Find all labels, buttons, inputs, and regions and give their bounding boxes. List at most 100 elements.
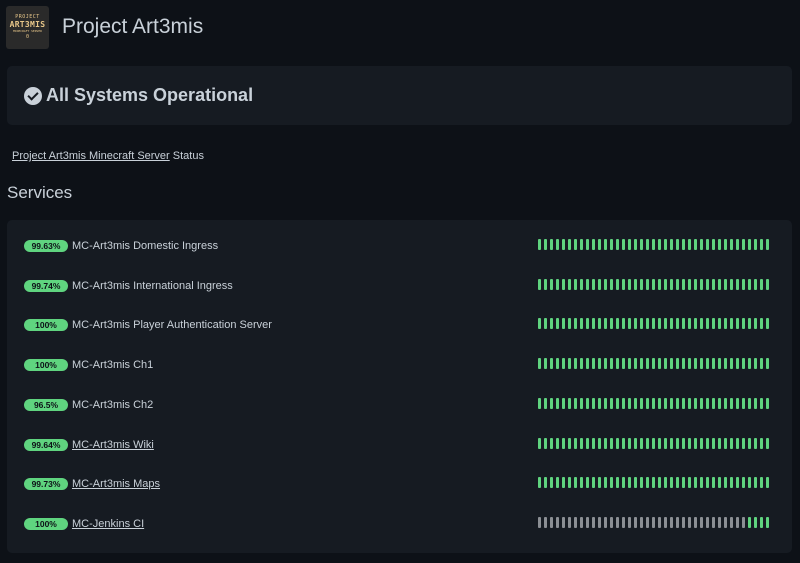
- uptime-bar-no-data[interactable]: [622, 517, 625, 528]
- uptime-bar-up[interactable]: [544, 438, 547, 449]
- uptime-bar-up[interactable]: [718, 358, 721, 369]
- uptime-bar-up[interactable]: [538, 398, 541, 409]
- uptime-bar-up[interactable]: [766, 398, 769, 409]
- uptime-bar-up[interactable]: [736, 239, 739, 250]
- uptime-bar-up[interactable]: [580, 239, 583, 250]
- uptime-bar-up[interactable]: [646, 279, 649, 290]
- uptime-bar-up[interactable]: [664, 438, 667, 449]
- uptime-bar-up[interactable]: [568, 318, 571, 329]
- uptime-bar-up[interactable]: [676, 279, 679, 290]
- uptime-bar-up[interactable]: [730, 358, 733, 369]
- logo[interactable]: PROJECT ART3MIS MINECRAFT SERVER 0: [6, 5, 49, 49]
- uptime-bar-no-data[interactable]: [538, 517, 541, 528]
- uptime-bar-up[interactable]: [598, 239, 601, 250]
- uptime-bar-up[interactable]: [544, 477, 547, 488]
- uptime-bar-no-data[interactable]: [724, 517, 727, 528]
- uptime-bar-up[interactable]: [754, 438, 757, 449]
- uptime-bar-up[interactable]: [574, 318, 577, 329]
- uptime-bar-no-data[interactable]: [592, 517, 595, 528]
- uptime-bar-no-data[interactable]: [652, 517, 655, 528]
- uptime-bar-up[interactable]: [748, 358, 751, 369]
- uptime-bar-up[interactable]: [736, 398, 739, 409]
- uptime-bar-up[interactable]: [682, 279, 685, 290]
- uptime-bar-up[interactable]: [664, 398, 667, 409]
- uptime-bar-up[interactable]: [556, 358, 559, 369]
- uptime-bar-up[interactable]: [736, 477, 739, 488]
- uptime-bar-up[interactable]: [718, 279, 721, 290]
- uptime-bar-up[interactable]: [628, 279, 631, 290]
- uptime-bar-up[interactable]: [706, 318, 709, 329]
- uptime-bar-up[interactable]: [652, 398, 655, 409]
- uptime-bar-up[interactable]: [742, 239, 745, 250]
- uptime-bar-up[interactable]: [556, 438, 559, 449]
- uptime-bar-no-data[interactable]: [706, 517, 709, 528]
- uptime-bar-up[interactable]: [592, 318, 595, 329]
- uptime-bar-up[interactable]: [766, 477, 769, 488]
- uptime-bar-up[interactable]: [568, 358, 571, 369]
- uptime-bar-up[interactable]: [580, 318, 583, 329]
- uptime-bar-up[interactable]: [592, 279, 595, 290]
- uptime-bar-no-data[interactable]: [718, 517, 721, 528]
- uptime-bar-up[interactable]: [682, 438, 685, 449]
- server-link[interactable]: Project Art3mis Minecraft Server: [12, 150, 170, 162]
- uptime-bar-up[interactable]: [646, 358, 649, 369]
- uptime-bar-up[interactable]: [682, 318, 685, 329]
- uptime-bar-up[interactable]: [616, 398, 619, 409]
- uptime-bar-up[interactable]: [718, 477, 721, 488]
- uptime-bar-up[interactable]: [766, 438, 769, 449]
- uptime-bar-up[interactable]: [664, 239, 667, 250]
- uptime-bar-up[interactable]: [646, 239, 649, 250]
- uptime-bar-up[interactable]: [754, 239, 757, 250]
- uptime-bar-up[interactable]: [736, 318, 739, 329]
- uptime-bar-up[interactable]: [538, 318, 541, 329]
- uptime-bar-up[interactable]: [634, 279, 637, 290]
- uptime-bar-up[interactable]: [586, 239, 589, 250]
- uptime-bar-up[interactable]: [580, 398, 583, 409]
- uptime-bar-up[interactable]: [616, 239, 619, 250]
- uptime-bar-up[interactable]: [562, 438, 565, 449]
- uptime-bar-up[interactable]: [706, 239, 709, 250]
- uptime-bar-up[interactable]: [562, 398, 565, 409]
- uptime-bar-up[interactable]: [676, 239, 679, 250]
- uptime-bar-up[interactable]: [700, 398, 703, 409]
- uptime-bar-up[interactable]: [670, 398, 673, 409]
- uptime-bar-up[interactable]: [712, 279, 715, 290]
- uptime-bar-up[interactable]: [550, 358, 553, 369]
- uptime-bar-up[interactable]: [754, 398, 757, 409]
- uptime-bar-up[interactable]: [574, 239, 577, 250]
- uptime-bar-up[interactable]: [730, 398, 733, 409]
- uptime-bar-no-data[interactable]: [682, 517, 685, 528]
- uptime-bar-up[interactable]: [724, 239, 727, 250]
- uptime-bar-up[interactable]: [610, 239, 613, 250]
- uptime-bar-up[interactable]: [550, 438, 553, 449]
- uptime-bar-up[interactable]: [604, 239, 607, 250]
- uptime-bar-up[interactable]: [742, 279, 745, 290]
- uptime-bar-up[interactable]: [628, 358, 631, 369]
- uptime-bar-up[interactable]: [550, 477, 553, 488]
- uptime-bar-up[interactable]: [604, 358, 607, 369]
- uptime-bar-up[interactable]: [766, 318, 769, 329]
- uptime-bar-up[interactable]: [670, 318, 673, 329]
- uptime-bar-up[interactable]: [568, 239, 571, 250]
- uptime-bar-up[interactable]: [646, 398, 649, 409]
- uptime-bar-no-data[interactable]: [598, 517, 601, 528]
- uptime-bar-up[interactable]: [706, 398, 709, 409]
- uptime-bar-up[interactable]: [574, 358, 577, 369]
- uptime-bar-up[interactable]: [688, 398, 691, 409]
- uptime-bar-up[interactable]: [754, 279, 757, 290]
- uptime-bar-up[interactable]: [676, 398, 679, 409]
- uptime-bar-up[interactable]: [622, 398, 625, 409]
- uptime-bar-up[interactable]: [646, 438, 649, 449]
- uptime-bar-up[interactable]: [622, 477, 625, 488]
- uptime-bar-up[interactable]: [760, 477, 763, 488]
- uptime-bar-up[interactable]: [718, 438, 721, 449]
- uptime-bar-up[interactable]: [646, 318, 649, 329]
- uptime-bar-no-data[interactable]: [646, 517, 649, 528]
- uptime-bar-up[interactable]: [640, 398, 643, 409]
- uptime-bar-no-data[interactable]: [688, 517, 691, 528]
- uptime-bar-up[interactable]: [736, 279, 739, 290]
- uptime-bar-up[interactable]: [712, 438, 715, 449]
- uptime-bar-up[interactable]: [760, 438, 763, 449]
- uptime-bar-up[interactable]: [592, 398, 595, 409]
- uptime-bar-up[interactable]: [628, 318, 631, 329]
